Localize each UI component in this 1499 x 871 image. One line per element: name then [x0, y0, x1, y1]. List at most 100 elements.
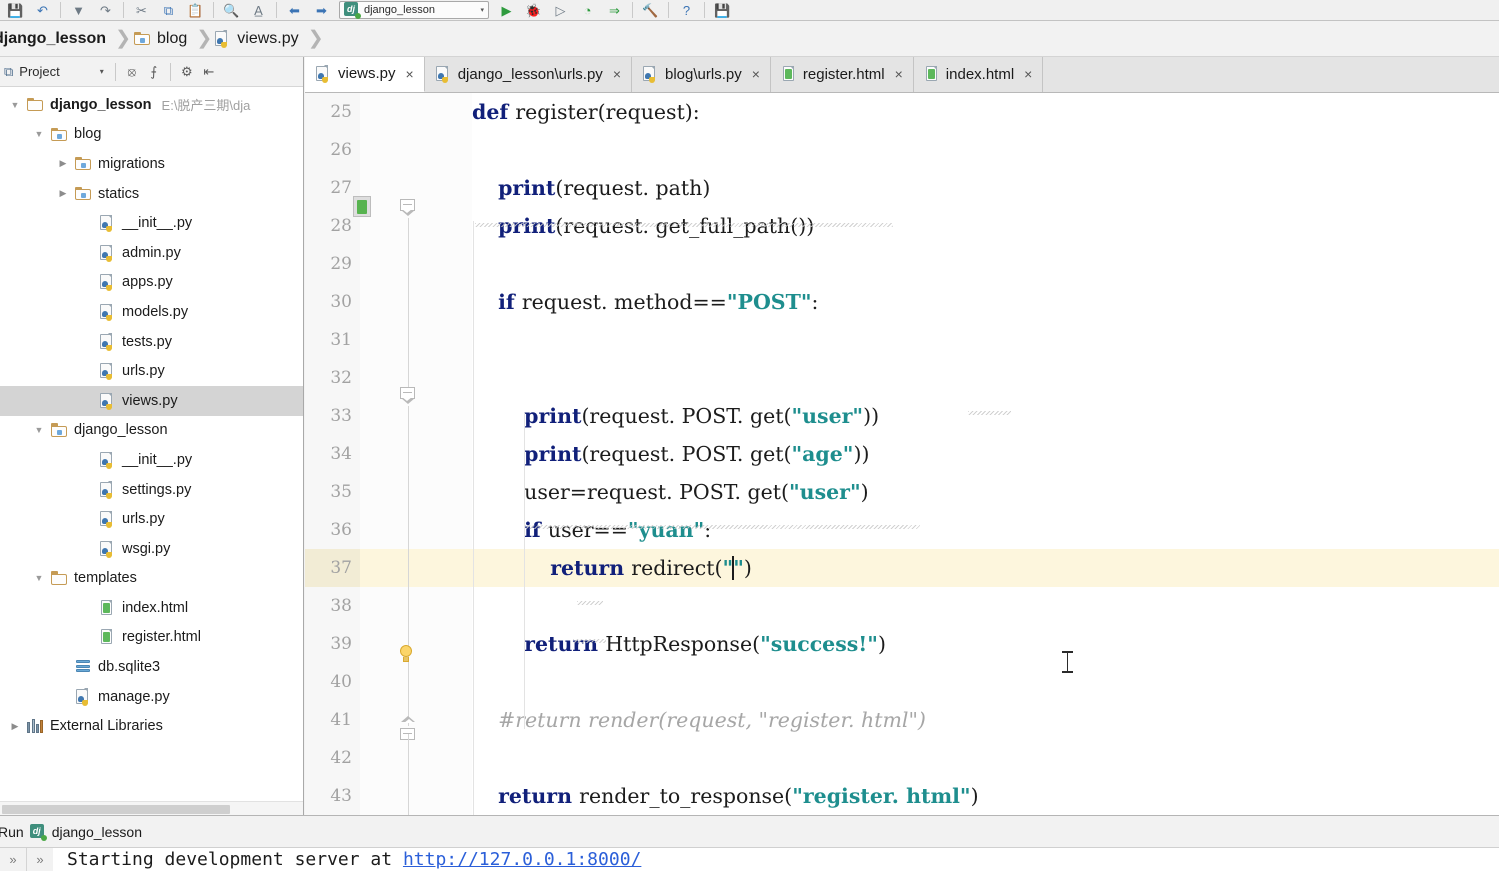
tree-item-apps-py[interactable]: apps.py: [0, 268, 303, 298]
tree-item-urls-py[interactable]: urls.py: [0, 504, 303, 534]
line-number[interactable]: 38: [305, 587, 360, 625]
fold-marker-def-register[interactable]: [400, 199, 416, 218]
run-configuration-selector[interactable]: dj django_lesson ▾: [339, 1, 489, 19]
tree-item-django-lesson[interactable]: ▼ django_lesson: [0, 416, 303, 446]
scrollbar-thumb[interactable]: [2, 805, 230, 814]
close-icon[interactable]: ×: [406, 66, 414, 82]
tree-item-db-sqlite3[interactable]: db.sqlite3: [0, 652, 303, 682]
back-nav-icon[interactable]: ▼: [65, 0, 92, 20]
paste-icon[interactable]: 📋: [182, 0, 209, 20]
run-console-output[interactable]: » » Starting development server at http:…: [0, 848, 1499, 871]
line-number[interactable]: 26: [305, 131, 360, 169]
code-line-42[interactable]: 42: [305, 739, 1499, 777]
copy-icon[interactable]: ⧉: [155, 0, 182, 20]
code-editor[interactable]: 25 def register (request): 26 27 print (reque…: [305, 93, 1499, 815]
gutter-area[interactable]: [360, 587, 472, 625]
chevron-down-icon[interactable]: ▼: [30, 564, 48, 594]
chevron-right-icon[interactable]: ▶: [54, 179, 72, 209]
tree-item-statics[interactable]: ▶ statics: [0, 179, 303, 209]
tree-item--init-py[interactable]: __init__.py: [0, 445, 303, 475]
cut-icon[interactable]: ✂: [128, 0, 155, 20]
hide-panel-icon[interactable]: ⇤: [198, 61, 220, 83]
code-line-31[interactable]: 31: [305, 321, 1499, 359]
undo-icon[interactable]: ↶: [29, 0, 56, 20]
project-horizontal-scrollbar[interactable]: [0, 801, 303, 815]
code-line-35[interactable]: 35 user=request. POST. get("user"): [305, 473, 1499, 511]
forward-icon[interactable]: ➡: [308, 0, 335, 20]
code-line-40[interactable]: 40: [305, 663, 1499, 701]
line-number[interactable]: 37: [305, 549, 360, 587]
gutter-area[interactable]: [360, 93, 472, 131]
chevron-down-icon[interactable]: ▾: [480, 6, 484, 14]
locate-target-icon[interactable]: ⦻: [121, 61, 143, 83]
server-url-link[interactable]: http://127.0.0.1:8000/: [403, 849, 641, 870]
gutter-area[interactable]: [360, 245, 472, 283]
line-number[interactable]: 34: [305, 435, 360, 473]
tree-item--init-py[interactable]: __init__.py: [0, 208, 303, 238]
code-line-30[interactable]: 30 if request. method== "POST":: [305, 283, 1499, 321]
line-number[interactable]: 41: [305, 701, 360, 739]
tree-item-urls-py[interactable]: urls.py: [0, 356, 303, 386]
chevron-right-icon[interactable]: ▶: [54, 149, 72, 179]
gutter-area[interactable]: [360, 549, 472, 587]
profile-icon[interactable]: ◔: [574, 0, 601, 20]
attach-process-icon[interactable]: ⇒: [601, 0, 628, 20]
close-icon[interactable]: ×: [613, 66, 621, 82]
tree-item-views-py[interactable]: views.py: [0, 385, 303, 416]
chevron-down-icon[interactable]: ▾: [100, 67, 104, 76]
tree-item-index-html[interactable]: index.html: [0, 593, 303, 623]
find-icon[interactable]: 🔍: [218, 0, 245, 20]
gutter-area[interactable]: [360, 663, 472, 701]
line-number[interactable]: 39: [305, 625, 360, 663]
gutter-area[interactable]: [360, 511, 472, 549]
close-icon[interactable]: ×: [752, 66, 760, 82]
code-line-32[interactable]: 32: [305, 359, 1499, 397]
chevron-down-icon[interactable]: ▼: [30, 416, 48, 446]
chevron-down-icon[interactable]: ▼: [30, 120, 48, 150]
coverage-icon[interactable]: ▷: [547, 0, 574, 20]
tree-item-templates[interactable]: ▼ templates: [0, 564, 303, 594]
run-icon[interactable]: ▶: [493, 0, 520, 20]
gutter-area[interactable]: [360, 625, 472, 663]
forward-nav-icon[interactable]: ↷: [92, 0, 119, 20]
code-line-27[interactable]: 27 print (request. path): [305, 169, 1499, 207]
template-file-marker-icon[interactable]: [353, 196, 371, 217]
gutter-area[interactable]: [360, 321, 472, 359]
gutter-area[interactable]: [360, 397, 472, 435]
fold-marker-if-post[interactable]: [400, 387, 416, 406]
line-number[interactable]: 30: [305, 283, 360, 321]
line-number[interactable]: 27: [305, 169, 360, 207]
tree-item-django-lesson[interactable]: ▼ django_lesson E:\脱产三期\dja: [0, 90, 303, 120]
editor-tab-views-py[interactable]: views.py ×: [305, 57, 425, 92]
code-line-36[interactable]: 36 if user== "yuan":: [305, 511, 1499, 549]
code-line-38[interactable]: 38: [305, 587, 1499, 625]
gutter-area[interactable]: [360, 131, 472, 169]
close-icon[interactable]: ×: [1024, 66, 1032, 82]
breadcrumb-item-file[interactable]: views.py: [211, 21, 308, 56]
line-number[interactable]: 43: [305, 777, 360, 815]
gutter-area[interactable]: [360, 777, 472, 815]
code-line-25[interactable]: 25 def register (request):: [305, 93, 1499, 131]
tree-item-register-html[interactable]: register.html: [0, 623, 303, 653]
help-icon[interactable]: ?: [673, 0, 700, 20]
tree-item-blog[interactable]: ▼ blog: [0, 120, 303, 150]
code-line-41[interactable]: 41 #return render(request, "register. ht…: [305, 701, 1499, 739]
gutter-area[interactable]: [360, 435, 472, 473]
line-number[interactable]: 28: [305, 207, 360, 245]
tree-item-settings-py[interactable]: settings.py: [0, 475, 303, 505]
gutter-area[interactable]: [360, 169, 472, 207]
chevron-right-icon[interactable]: ▶: [6, 711, 24, 741]
intention-bulb-icon[interactable]: [398, 645, 415, 665]
line-number[interactable]: 31: [305, 321, 360, 359]
project-tree[interactable]: ▼ django_lesson E:\脱产三期\dja ▼ blog ▶ migration…: [0, 87, 303, 741]
tree-item-manage-py[interactable]: manage.py: [0, 682, 303, 712]
settings-gear-icon[interactable]: ⚙: [176, 61, 198, 83]
console-gutter-expand-icon[interactable]: »: [27, 848, 53, 871]
gutter-area[interactable]: [360, 207, 472, 245]
tree-item-migrations[interactable]: ▶ migrations: [0, 149, 303, 179]
tree-item-tests-py[interactable]: tests.py: [0, 327, 303, 357]
editor-tab-django-lesson-urls-py[interactable]: django_lesson\urls.py ×: [424, 57, 632, 92]
build-icon[interactable]: 🔨: [637, 0, 664, 20]
breadcrumb-item-project[interactable]: django_lesson: [0, 21, 116, 56]
line-number[interactable]: 40: [305, 663, 360, 701]
